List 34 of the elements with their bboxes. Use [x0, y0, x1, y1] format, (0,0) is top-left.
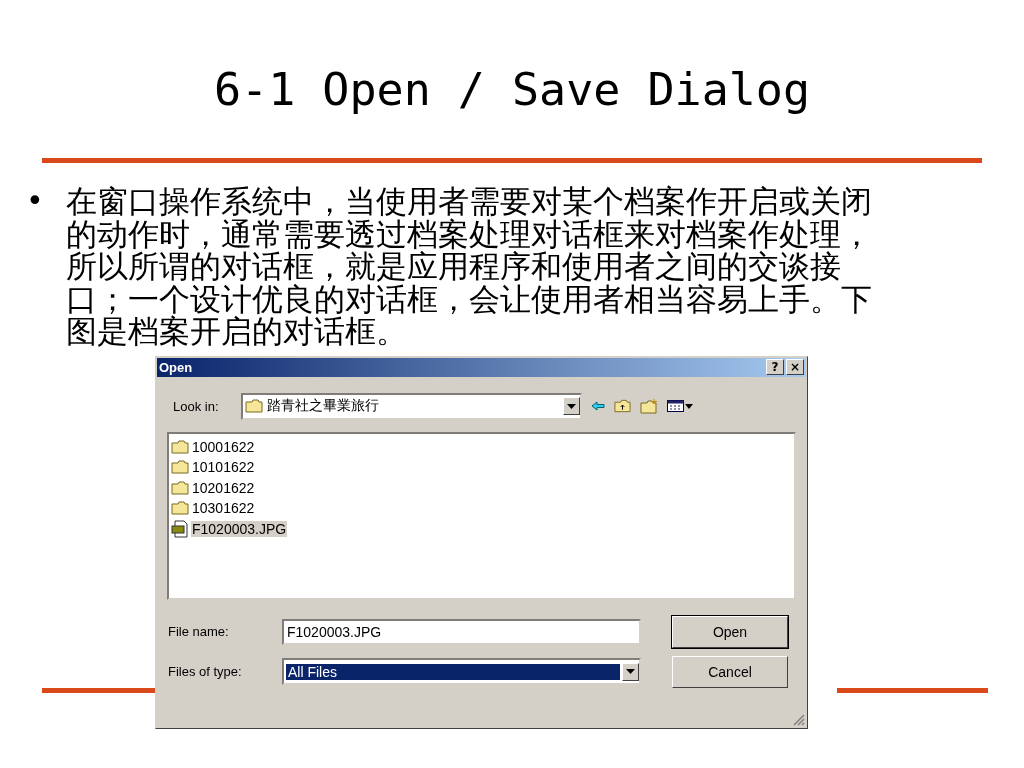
folder-icon — [245, 399, 263, 413]
file-name-label: File name: — [168, 624, 230, 639]
file-item[interactable]: 10201622 — [171, 477, 792, 498]
file-type-label: Files of type: — [168, 664, 243, 679]
look-in-label: Look in: — [173, 398, 220, 414]
slide-title: 6-1 Open / Save Dialog — [214, 62, 810, 118]
help-button[interactable]: ? — [766, 359, 784, 375]
resize-grip-icon[interactable] — [793, 713, 805, 726]
folder-icon — [171, 439, 189, 454]
file-item[interactable]: 10301622 — [171, 498, 792, 519]
folder-icon — [171, 501, 189, 516]
file-item[interactable]: 10101622 — [171, 457, 792, 478]
dropdown-button[interactable] — [622, 662, 639, 681]
view-menu-icon[interactable] — [667, 400, 693, 412]
dropdown-button[interactable] — [563, 397, 580, 415]
new-folder-icon[interactable] — [640, 398, 658, 414]
up-folder-icon[interactable] — [614, 399, 631, 413]
cancel-button[interactable]: Cancel — [672, 655, 788, 688]
file-name-field[interactable]: F1020003.JPG — [282, 618, 641, 645]
file-item[interactable]: 10001622 — [171, 436, 792, 457]
caret-icon — [567, 403, 576, 409]
caret-icon — [626, 669, 635, 674]
body-paragraph: 在窗口操作系统中，当使用者需要对某个档案作开启或关闭的动作时，通常需要透过档案处理对话框来对档案作处理，所以所谓的对话框，就是应用程序和使用者之间的交谈接口；一个设计优良的对话框，会让使用者相当容易上手。下图是档案开启的对话框。 — [65, 185, 873, 348]
look-in-dropdown[interactable]: 踏青社之畢業旅行 — [241, 392, 582, 420]
window-title: Open — [159, 359, 194, 375]
file-type-dropdown[interactable]: All Files — [282, 658, 641, 685]
open-button[interactable]: Open — [672, 615, 788, 648]
folder-icon — [171, 460, 189, 475]
close-button[interactable]: × — [786, 359, 804, 375]
image-file-icon — [171, 519, 189, 538]
bullet: • — [26, 185, 44, 220]
folder-icon — [171, 480, 189, 495]
back-arrow-icon[interactable] — [591, 401, 605, 411]
file-item[interactable]: F1020003.JPG — [171, 518, 792, 539]
